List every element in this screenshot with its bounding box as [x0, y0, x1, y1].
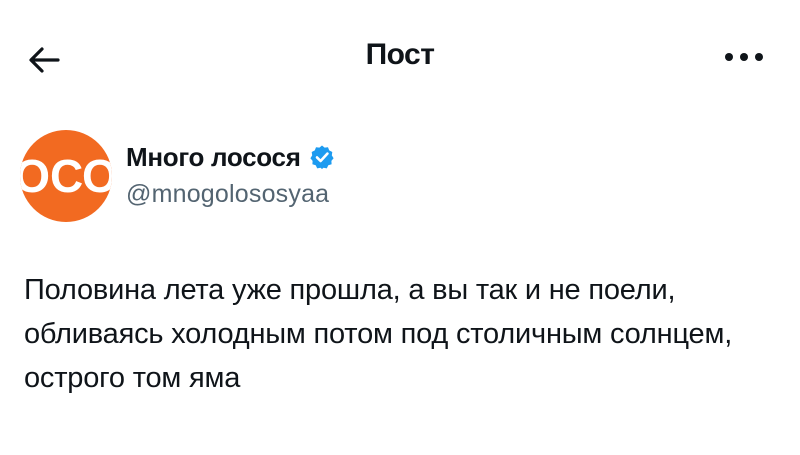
avatar-logo-text: ОСО: [20, 150, 112, 202]
more-horizontal-icon: [720, 42, 768, 72]
page-title: Пост: [365, 38, 435, 71]
author-name: Много лосося: [126, 141, 301, 172]
verified-badge-icon: [309, 144, 335, 170]
avatar[interactable]: ОСО: [20, 130, 112, 222]
more-options-button[interactable]: [720, 42, 768, 72]
author-row: ОСО Много лосося @mnogolososyaa: [0, 118, 800, 228]
author-handle[interactable]: @mnogolososyaa: [126, 180, 329, 209]
author-name-link[interactable]: Много лосося: [126, 140, 335, 174]
post-header: Пост: [0, 0, 800, 118]
tweet-text: Половина лета уже прошла, а вы так и не …: [24, 274, 733, 394]
